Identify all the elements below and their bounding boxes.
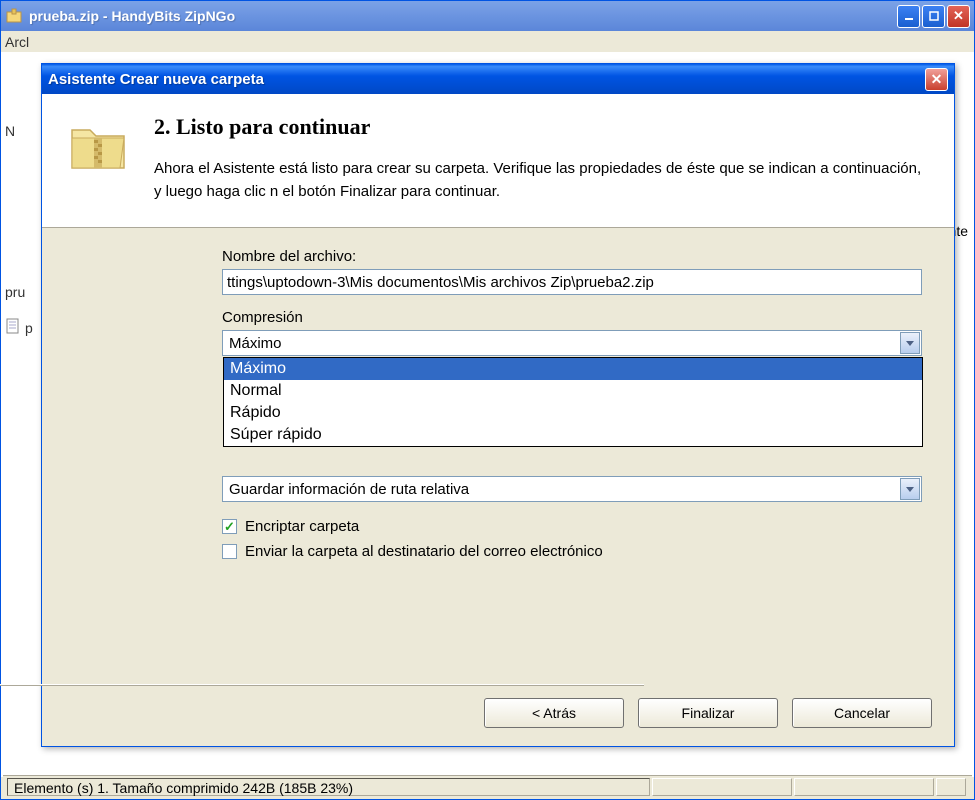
status-text: Elemento (s) 1. Tamaño comprimido 242B (…	[7, 778, 650, 796]
filename-label: Nombre del archivo:	[222, 248, 930, 265]
dialog-close-button[interactable]: ✕	[925, 68, 948, 91]
status-panel-2	[652, 778, 792, 796]
dialog-footer: < Atrás Finalizar Cancelar	[484, 698, 932, 728]
email-checkbox[interactable]	[222, 544, 237, 559]
main-titlebar[interactable]: prueba.zip - HandyBits ZipNGo ✕	[1, 1, 974, 31]
resize-grip[interactable]	[936, 778, 966, 796]
dialog-titlebar[interactable]: Asistente Crear nueva carpeta ✕	[42, 64, 954, 94]
footer-separator	[0, 684, 644, 686]
main-window: prueba.zip - HandyBits ZipNGo ✕ Arcl N p…	[0, 0, 975, 800]
compression-option-maximo[interactable]: Máximo	[224, 358, 922, 380]
compression-label: Compresión	[222, 309, 930, 326]
combo-dropdown-button[interactable]	[900, 478, 920, 500]
menu-bar[interactable]: Arcl	[1, 31, 974, 53]
minimize-button[interactable]	[897, 5, 920, 28]
maximize-button[interactable]	[922, 5, 945, 28]
close-button[interactable]: ✕	[947, 5, 970, 28]
col-header-fragment: N	[5, 123, 33, 139]
file-name-fragment: p	[25, 320, 33, 336]
email-label: Enviar la carpeta al destinatario del co…	[245, 543, 603, 560]
path-info-combo[interactable]: Guardar información de ruta relativa	[222, 476, 922, 502]
background-fragments: N pru p	[5, 123, 33, 337]
compression-option-normal[interactable]: Normal	[224, 380, 922, 402]
back-button[interactable]: < Atrás	[484, 698, 624, 728]
cancel-button[interactable]: Cancelar	[792, 698, 932, 728]
filename-input[interactable]	[222, 269, 922, 295]
compression-option-super-rapido[interactable]: Súper rápido	[224, 424, 922, 446]
encrypt-checkbox[interactable]	[222, 519, 237, 534]
status-panel-3	[794, 778, 934, 796]
dialog-description: Ahora el Asistente está listo para crear…	[154, 158, 930, 203]
status-bar: Elemento (s) 1. Tamaño comprimido 242B (…	[3, 775, 972, 797]
dialog-form: Nombre del archivo: Compresión Máximo Má…	[42, 228, 954, 578]
dialog-header: 2. Listo para continuar Ahora el Asisten…	[42, 94, 954, 228]
combo-dropdown-button[interactable]	[900, 332, 920, 354]
zip-folder-icon	[66, 114, 130, 178]
dialog-title: Asistente Crear nueva carpeta	[48, 71, 925, 88]
wizard-dialog: Asistente Crear nueva carpeta ✕ 2. Li	[41, 63, 955, 747]
compression-value: Máximo	[223, 335, 899, 352]
path-info-value: Guardar información de ruta relativa	[223, 481, 899, 498]
row-fragment: pru	[5, 284, 33, 300]
finish-button[interactable]: Finalizar	[638, 698, 778, 728]
encrypt-label: Encriptar carpeta	[245, 518, 359, 535]
app-icon	[5, 7, 23, 25]
dialog-heading: 2. Listo para continuar	[154, 114, 930, 140]
file-icon	[5, 318, 21, 337]
window-title: prueba.zip - HandyBits ZipNGo	[29, 8, 897, 24]
compression-dropdown: Máximo Normal Rápido Súper rápido	[223, 357, 923, 447]
compression-combo[interactable]: Máximo Máximo Normal Rápido Súper rápido	[222, 330, 922, 356]
menu-item-fragment[interactable]: Arcl	[5, 34, 29, 50]
compression-option-rapido[interactable]: Rápido	[224, 402, 922, 424]
